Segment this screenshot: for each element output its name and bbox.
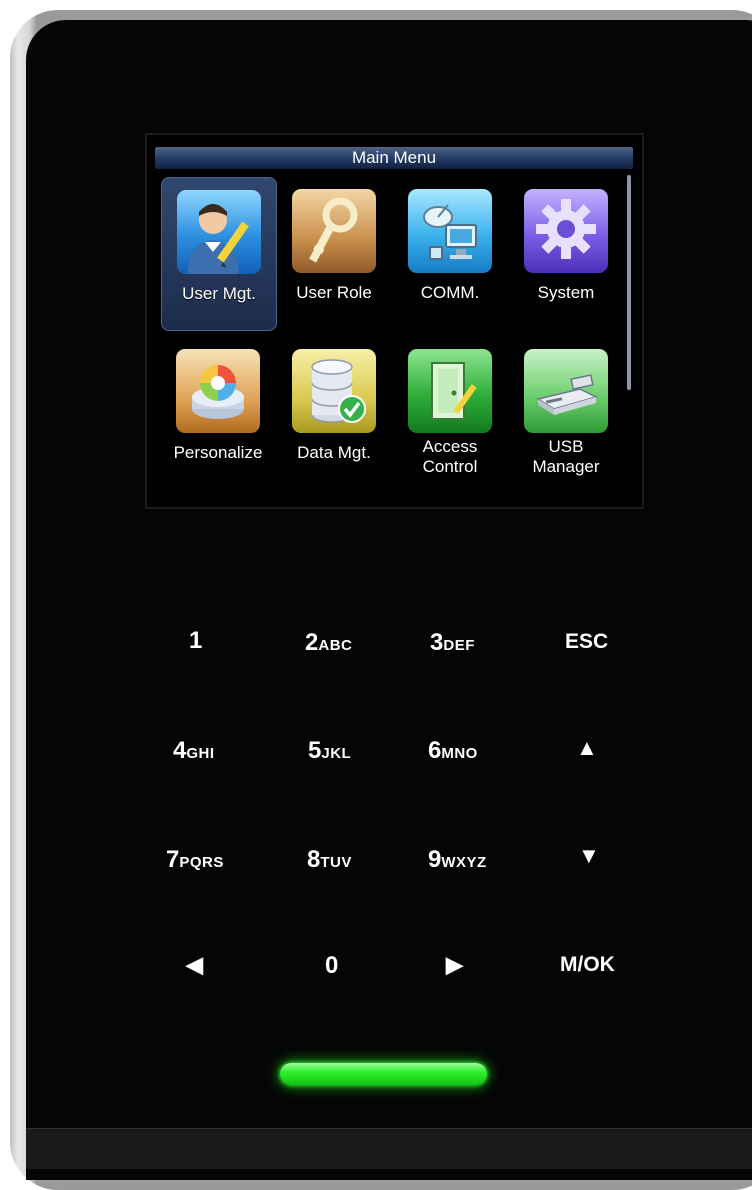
door-icon	[408, 349, 492, 433]
key-1[interactable]: 1	[189, 627, 202, 655]
lcd-screen: Main Menu User Mgt. User Role COMM. Syst…	[145, 133, 644, 509]
menu-label: Personalize	[173, 443, 263, 462]
key-8[interactable]: 8TUV	[307, 846, 352, 874]
status-led	[280, 1063, 487, 1085]
personalize-icon	[176, 349, 260, 433]
menu-label: COMM.	[420, 283, 480, 302]
down-arrow-icon: ▼	[578, 843, 600, 868]
user-management-icon	[177, 190, 261, 274]
up-arrow-icon: ▲	[576, 735, 598, 760]
key-2[interactable]: 2ABC	[305, 629, 352, 657]
menu-label: Data Mgt.	[297, 443, 371, 462]
database-icon	[292, 349, 376, 433]
right-arrow-key[interactable]: ▶	[446, 952, 463, 978]
key-0[interactable]: 0	[325, 952, 338, 980]
screen-title: Main Menu	[155, 147, 633, 169]
menu-item-user-mgt[interactable]: User Mgt.	[161, 177, 277, 331]
scrollbar[interactable]	[627, 175, 631, 390]
key-icon	[292, 189, 376, 273]
usb-drive-icon	[524, 349, 608, 433]
menu-item-usb-manager[interactable]: USB Manager	[509, 337, 623, 489]
right-arrow-icon: ▶	[446, 952, 463, 977]
menu-item-access-control[interactable]: Access Control	[393, 337, 507, 489]
gear-icon	[524, 189, 608, 273]
down-arrow-key[interactable]: ▼	[578, 843, 600, 869]
main-menu-grid: User Mgt. User Role COMM. System Persona…	[161, 177, 621, 497]
menu-label: User Role	[296, 283, 372, 302]
key-4[interactable]: 4GHI	[173, 737, 215, 765]
menu-item-user-role[interactable]: User Role	[277, 177, 391, 329]
left-arrow-key[interactable]: ◀	[186, 952, 203, 978]
menu-item-system[interactable]: System	[509, 177, 623, 329]
network-icon	[408, 189, 492, 273]
key-esc[interactable]: ESC	[565, 630, 608, 654]
menu-item-comm[interactable]: COMM.	[393, 177, 507, 329]
menu-label: System	[537, 283, 595, 302]
menu-item-personalize[interactable]: Personalize	[161, 337, 275, 489]
up-arrow-key[interactable]: ▲	[576, 735, 598, 761]
device-bottom-edge	[26, 1128, 752, 1169]
key-5[interactable]: 5JKL	[308, 737, 351, 765]
menu-item-data-mgt[interactable]: Data Mgt.	[277, 337, 391, 489]
left-arrow-icon: ◀	[186, 952, 203, 977]
key-6[interactable]: 6MNO	[428, 737, 478, 765]
key-7[interactable]: 7PQRS	[166, 846, 224, 874]
key-menu-ok[interactable]: M/OK	[560, 953, 615, 977]
menu-label: USB Manager	[532, 437, 600, 476]
key-9[interactable]: 9WXYZ	[428, 846, 487, 874]
key-3[interactable]: 3DEF	[430, 629, 475, 657]
menu-label: User Mgt.	[182, 284, 256, 303]
menu-label: Access Control	[422, 437, 478, 476]
